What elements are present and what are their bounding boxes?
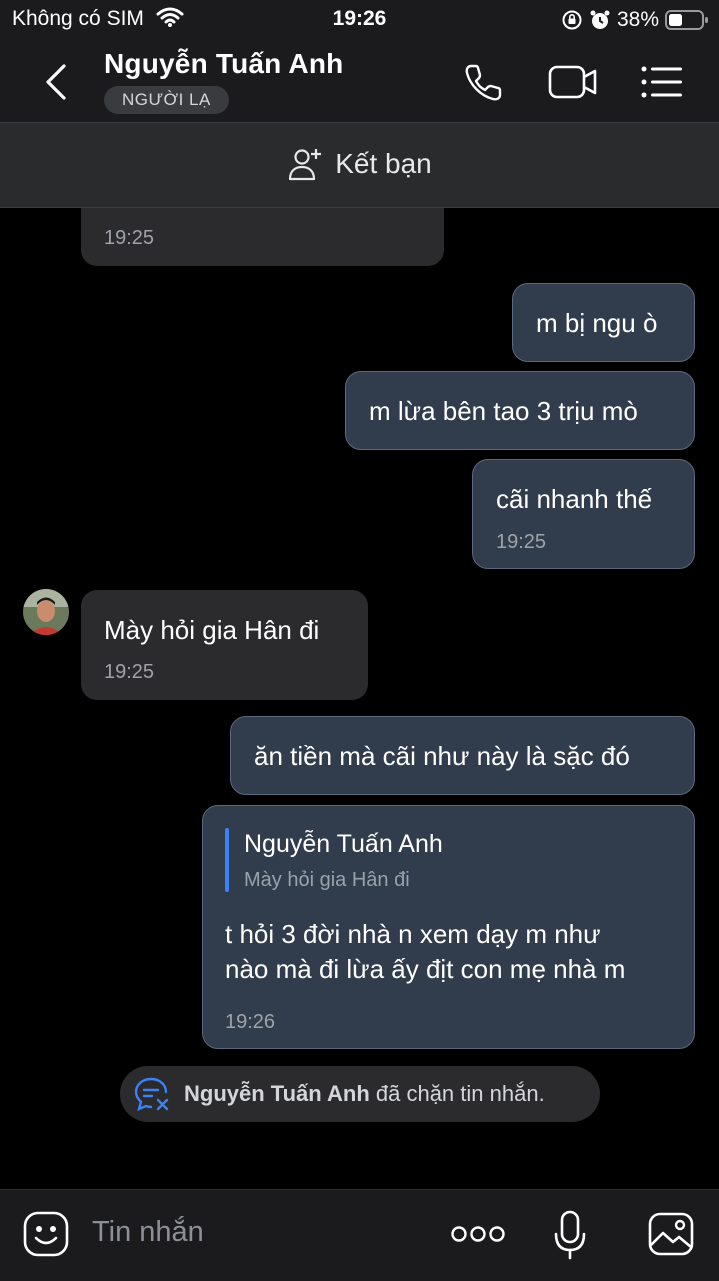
photo-button[interactable]: [647, 1211, 695, 1257]
emoji-icon: [23, 1211, 69, 1257]
sticker-button[interactable]: [22, 1210, 70, 1258]
more-dots-icon: [451, 1226, 505, 1242]
add-friend-button-overlay[interactable]: Kết bạn: [0, 147, 719, 181]
quote-text: Mày hỏi gia Hân đi: [244, 869, 410, 891]
add-user-icon: [289, 149, 322, 181]
message-text: m bị ngu ò: [536, 308, 658, 338]
battery-percent: 38%: [616, 8, 659, 31]
orientation-lock-icon: [562, 10, 582, 30]
quote-bar: [225, 828, 229, 892]
message-text: Mày hỏi gia Hân đi: [104, 615, 320, 645]
menu-list-icon: [641, 66, 682, 98]
back-button[interactable]: [40, 60, 76, 104]
message-sent-reply[interactable]: Nguyễn Tuấn Anh Mày hỏi gia Hân đi t hỏi…: [202, 805, 695, 1049]
message-received[interactable]: Mày hỏi gia Hân đi 19:25: [81, 590, 368, 700]
message-sent[interactable]: m lừa bên tao 3 trịu mò: [345, 371, 695, 450]
alarm-icon: [590, 10, 610, 29]
message-input[interactable]: Tin nhắn: [92, 1216, 204, 1249]
add-friend-label: Kết bạn: [335, 148, 432, 179]
blocked-notice-text: Nguyễn Tuấn Anh đã chặn tin nhắn.: [184, 1081, 545, 1107]
message-time: 19:25: [104, 661, 155, 683]
blocked-notice-name: Nguyễn Tuấn Anh: [184, 1081, 370, 1106]
contact-name[interactable]: Nguyễn Tuấn Anh: [104, 48, 343, 80]
message-time: 19:25: [104, 227, 155, 249]
chevron-left-icon: [46, 64, 66, 100]
battery-icon: [665, 10, 708, 30]
message-time: 19:26: [225, 1011, 276, 1033]
more-options-button[interactable]: [450, 1222, 506, 1246]
quote-sender-name[interactable]: Nguyễn Tuấn Anh: [244, 830, 443, 859]
microphone-icon: [554, 1210, 586, 1260]
stranger-badge: NGƯỜI LẠ: [104, 86, 229, 114]
voice-record-button[interactable]: [553, 1210, 587, 1260]
message-text: m lừa bên tao 3 trịu mò: [369, 396, 638, 426]
video-camera-icon: [548, 65, 597, 99]
blocked-notice-message: đã chặn tin nhắn.: [369, 1081, 545, 1106]
avatar-image: [23, 589, 69, 635]
message-sent[interactable]: ăn tiền mà cãi như này là sặc đó: [230, 716, 695, 795]
message-sent[interactable]: m bị ngu ò: [512, 283, 695, 362]
chat-options-button[interactable]: [640, 64, 684, 100]
message-time: 19:25: [496, 531, 547, 553]
video-call-button[interactable]: [548, 62, 598, 102]
contact-avatar[interactable]: [23, 589, 69, 635]
message-text: cãi nhanh thế: [496, 484, 653, 514]
message-text-line-1: t hỏi 3 đời nhà n xem dạy m như: [225, 919, 601, 949]
phone-icon: [465, 64, 502, 101]
image-icon: [648, 1212, 694, 1256]
message-sent[interactable]: cãi nhanh thế 19:25: [472, 459, 695, 569]
chat-blocked-icon: [134, 1077, 169, 1112]
blocked-notice: Nguyễn Tuấn Anh đã chặn tin nhắn.: [120, 1066, 600, 1122]
status-bar-right: 38%: [561, 6, 709, 34]
voice-call-button[interactable]: [462, 60, 506, 104]
message-text: ăn tiền mà cãi như này là sặc đó: [254, 741, 630, 771]
message-text-line-2: nào mà đi lừa ấy địt con mẹ nhà m: [225, 954, 626, 984]
